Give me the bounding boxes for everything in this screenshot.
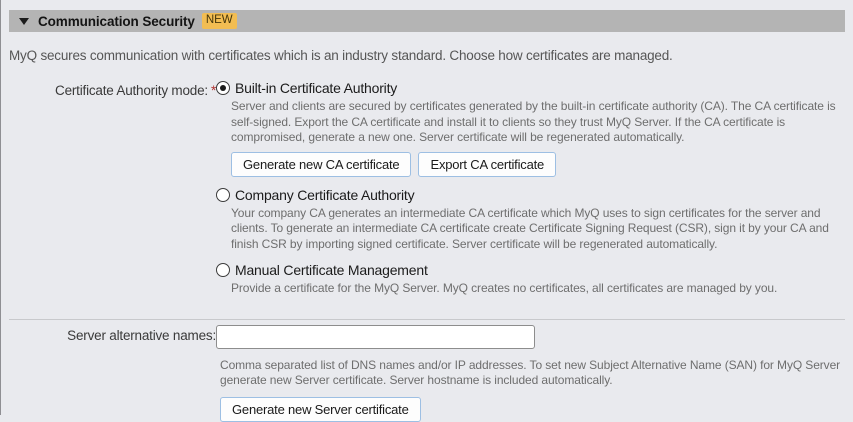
option-description: Server and clients are secured by certif… <box>216 99 845 146</box>
radio-builtin-ca[interactable]: Built-in Certificate Authority <box>216 80 845 96</box>
radio-icon[interactable] <box>216 188 230 202</box>
option-description: Provide a certificate for the MyQ Server… <box>216 281 845 297</box>
radio-company-ca[interactable]: Company Certificate Authority <box>216 187 845 203</box>
ca-mode-label-wrap: Certificate Authority mode:* <box>9 80 216 98</box>
builtin-ca-buttons: Generate new CA certificate Export CA ce… <box>216 152 845 177</box>
san-button-row: Generate new Server certificate <box>216 397 845 422</box>
radio-label: Company Certificate Authority <box>235 187 414 203</box>
san-description: Comma separated list of DNS names and/or… <box>216 358 845 389</box>
generate-new-ca-certificate-button[interactable]: Generate new CA certificate <box>231 152 411 177</box>
divider <box>9 319 845 320</box>
option-manual-cert: Manual Certificate Management Provide a … <box>216 262 845 297</box>
option-company-ca: Company Certificate Authority Your compa… <box>216 187 845 253</box>
ca-mode-options: Built-in Certificate Authority Server an… <box>216 80 845 307</box>
option-description: Your company CA generates an intermediat… <box>216 206 845 253</box>
intro-text: MyQ secures communication with certifica… <box>9 48 845 63</box>
server-alternative-names-input[interactable] <box>216 325 535 349</box>
option-builtin-ca: Built-in Certificate Authority Server an… <box>216 80 845 177</box>
section-title: Communication Security <box>38 14 195 29</box>
ca-mode-label: Certificate Authority mode: <box>55 83 208 98</box>
radio-icon[interactable] <box>216 263 230 277</box>
radio-label: Manual Certificate Management <box>235 262 428 278</box>
ca-mode-row: Certificate Authority mode:* Built-in Ce… <box>9 80 845 307</box>
new-badge: NEW <box>202 13 237 30</box>
san-row: Server alternative names: Comma separate… <box>9 325 845 422</box>
radio-icon[interactable] <box>216 81 230 95</box>
communication-security-panel: Communication Security NEW MyQ secures c… <box>0 0 853 415</box>
radio-label: Built-in Certificate Authority <box>235 80 397 96</box>
collapse-triangle-icon <box>19 18 29 25</box>
san-label: Server alternative names: <box>9 325 216 343</box>
san-content: Comma separated list of DNS names and/or… <box>216 325 845 422</box>
export-ca-certificate-button[interactable]: Export CA certificate <box>418 152 556 177</box>
radio-manual-cert[interactable]: Manual Certificate Management <box>216 262 845 278</box>
section-header[interactable]: Communication Security NEW <box>9 10 845 32</box>
generate-new-server-certificate-button[interactable]: Generate new Server certificate <box>220 397 421 422</box>
